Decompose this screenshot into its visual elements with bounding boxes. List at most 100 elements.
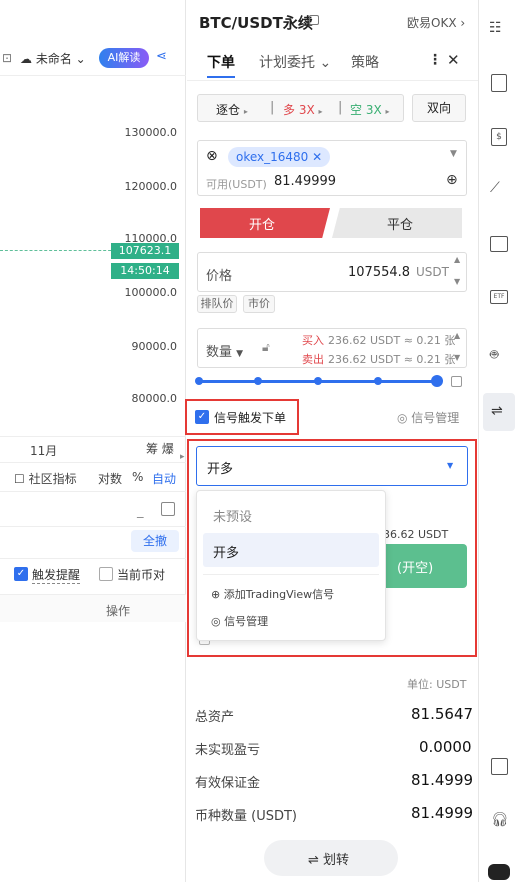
available-value: 81.49999 <box>274 174 337 189</box>
operation-header: 操作 <box>106 604 131 618</box>
divider <box>0 558 186 559</box>
percent-button[interactable]: % <box>132 470 143 484</box>
tab-plan-order[interactable]: 计划委托 ⌄ <box>259 52 331 72</box>
signal-select[interactable]: 开多 ▼ <box>196 446 468 486</box>
unnamed-layout[interactable]: ☁ 未命名 ⌄ <box>20 50 86 67</box>
slider-stop[interactable] <box>374 377 382 385</box>
chart-up-icon[interactable]: ⟋ <box>490 180 500 196</box>
asset-value: 0.0000 <box>419 738 472 756</box>
more-icon[interactable]: ⋮ <box>428 52 442 68</box>
headset-icon[interactable]: 🎧︎ <box>491 812 509 828</box>
right-toolbar: ☷ $ ⟋ ETF 🤖︎ ⇌ 🎧︎ <box>478 0 519 882</box>
add-icon[interactable]: ⊕ <box>446 172 458 188</box>
slider-handle[interactable] <box>431 375 443 387</box>
account-tag-label: okex_16480 <box>236 150 309 164</box>
leverage-bar: 逐仓 ▸ | 多 3X ▸ | 空 3X ▸ <box>197 94 404 122</box>
expand-icon[interactable] <box>161 502 175 516</box>
asset-label: 有效保证金 <box>195 776 261 791</box>
caret-down-icon: ▼ <box>236 349 244 359</box>
decrement-icon[interactable]: ▼ <box>454 353 460 362</box>
decrement-icon[interactable]: ▼ <box>454 277 460 286</box>
chevron-down-icon[interactable]: ▼ <box>450 149 457 159</box>
tab-strategy[interactable]: 策略 <box>351 52 379 72</box>
buy-value: 236.62 USDT ≈ 0.21 张 <box>328 334 456 347</box>
signal-trigger-checkbox[interactable]: ✓ <box>195 410 209 424</box>
toolbar-icon[interactable]: ⊡ <box>2 51 12 65</box>
ai-analysis-button[interactable]: AI解读 <box>99 48 149 68</box>
price-label: 价格 <box>206 269 233 284</box>
copy-icon[interactable] <box>309 15 319 25</box>
direction-button[interactable]: 双向 <box>412 94 466 122</box>
close-icon[interactable]: ✕ <box>447 51 460 69</box>
log-button[interactable]: 对数 <box>98 470 122 487</box>
robot-icon[interactable]: 🤖︎ <box>490 345 498 365</box>
signal-dropdown-menu: 未预设 开多 ⊕ 添加TradingView信号 ◎ 信号管理 <box>196 490 386 641</box>
pair-title[interactable]: BTC/USDT永续 <box>199 12 313 33</box>
caret-icon: ▸ <box>385 107 390 116</box>
caret-icon: ▸ <box>243 107 248 116</box>
account-selector[interactable]: ⊗ okex_16480 ✕ ▼ 可用(USDT) 81.49999 ⊕ <box>197 140 467 196</box>
chart-toolbar: ⊡ ☁ 未命名 ⌄ AI解读 ⋖ <box>0 40 186 76</box>
indicator-label: 社区指标 <box>28 472 77 486</box>
time-tag: 14:50:14 <box>111 263 179 279</box>
lock-icon[interactable]: 🔓︎ <box>262 340 270 355</box>
transfer-text: 划转 <box>323 853 350 868</box>
slider-stop[interactable] <box>195 377 203 385</box>
tab-order[interactable]: 下单 <box>207 52 235 72</box>
assistant-icon[interactable] <box>488 864 510 880</box>
price-unit: USDT <box>416 265 449 279</box>
auto-button[interactable]: 自动 <box>152 470 176 487</box>
add-tradingview-signal[interactable]: ⊕ 添加TradingView信号 <box>211 586 334 602</box>
asset-value: 81.5647 <box>411 705 474 723</box>
account-tag: okex_16480 ✕ <box>228 147 331 167</box>
price-field[interactable]: 价格 107554.8 USDT ▲ ▼ <box>197 252 467 292</box>
signal-manage-label: 信号管理 <box>411 411 460 425</box>
indicator-button[interactable]: ☐ 社区指标 <box>14 470 77 487</box>
x-right-label: 筹 爆 <box>146 442 174 456</box>
plan-order-label: 计划委托 <box>259 55 315 71</box>
signal-manage-link[interactable]: ◎ 信号管理 <box>397 409 459 426</box>
long-leverage-button[interactable]: 多 3X ▸ <box>283 101 323 118</box>
dollar-icon[interactable]: $ <box>491 128 507 146</box>
current-pair-checkbox[interactable] <box>99 567 113 581</box>
open-position-label: 开仓 <box>249 218 276 233</box>
etf-icon[interactable]: ETF <box>490 290 508 304</box>
exchange-selector[interactable]: 欧易OKX › <box>407 14 465 31</box>
panel-icon[interactable] <box>491 758 508 775</box>
queue-price-button[interactable]: 排队价 <box>197 295 237 313</box>
bar-chart-icon[interactable] <box>490 236 508 252</box>
menu-item-none[interactable]: 未预设 <box>213 506 252 525</box>
slider-stop[interactable] <box>254 377 262 385</box>
swap-icon[interactable]: ⇌ <box>491 403 503 419</box>
open-short-label: (开空) <box>397 561 434 576</box>
layout-name: 未命名 <box>35 52 72 66</box>
minimize-icon[interactable]: _ <box>137 504 144 519</box>
margin-mode-button[interactable]: 逐仓 ▸ <box>216 101 248 118</box>
collapse-arrow-icon[interactable]: ▸ <box>180 452 185 462</box>
slider-edit-icon[interactable] <box>451 376 462 387</box>
table-header: 操作 <box>0 594 186 622</box>
asset-label: 总资产 <box>195 710 235 725</box>
market-price-button[interactable]: 市价 <box>243 295 275 313</box>
increment-icon[interactable]: ▲ <box>454 255 460 264</box>
slider-stop[interactable] <box>314 377 322 385</box>
quantity-field[interactable]: 数量 ▼ 🔓︎ 买入 236.62 USDT ≈ 0.21 张 卖出 236.6… <box>197 328 467 368</box>
increment-icon[interactable]: ▲ <box>454 331 460 340</box>
add-tradingview-label: 添加TradingView信号 <box>223 588 335 601</box>
menu-signal-manage[interactable]: ◎ 信号管理 <box>211 613 268 629</box>
quantity-unit-selector[interactable]: 数量 ▼ <box>206 341 243 360</box>
current-pair-label: 当前币对 <box>117 568 166 582</box>
remove-tag-icon[interactable]: ✕ <box>312 150 322 164</box>
document-icon[interactable] <box>491 74 507 92</box>
undo-all-button[interactable]: 全撤 <box>131 530 179 552</box>
price-tag: 107623.1 <box>111 243 179 259</box>
menu-item-long: 开多 <box>213 546 240 561</box>
trigger-alert-checkbox[interactable]: ✓ <box>14 567 28 581</box>
share-icon[interactable]: ⋖ <box>156 49 167 64</box>
short-leverage-button[interactable]: 空 3X ▸ <box>350 101 390 118</box>
layout-icon[interactable]: ☷ <box>489 20 502 36</box>
chevron-down-icon: ▼ <box>447 461 454 470</box>
short-leverage-label: 空 3X <box>350 103 382 117</box>
y-tick: 120000.0 <box>124 180 178 193</box>
margin-mode-label: 逐仓 <box>216 103 241 117</box>
